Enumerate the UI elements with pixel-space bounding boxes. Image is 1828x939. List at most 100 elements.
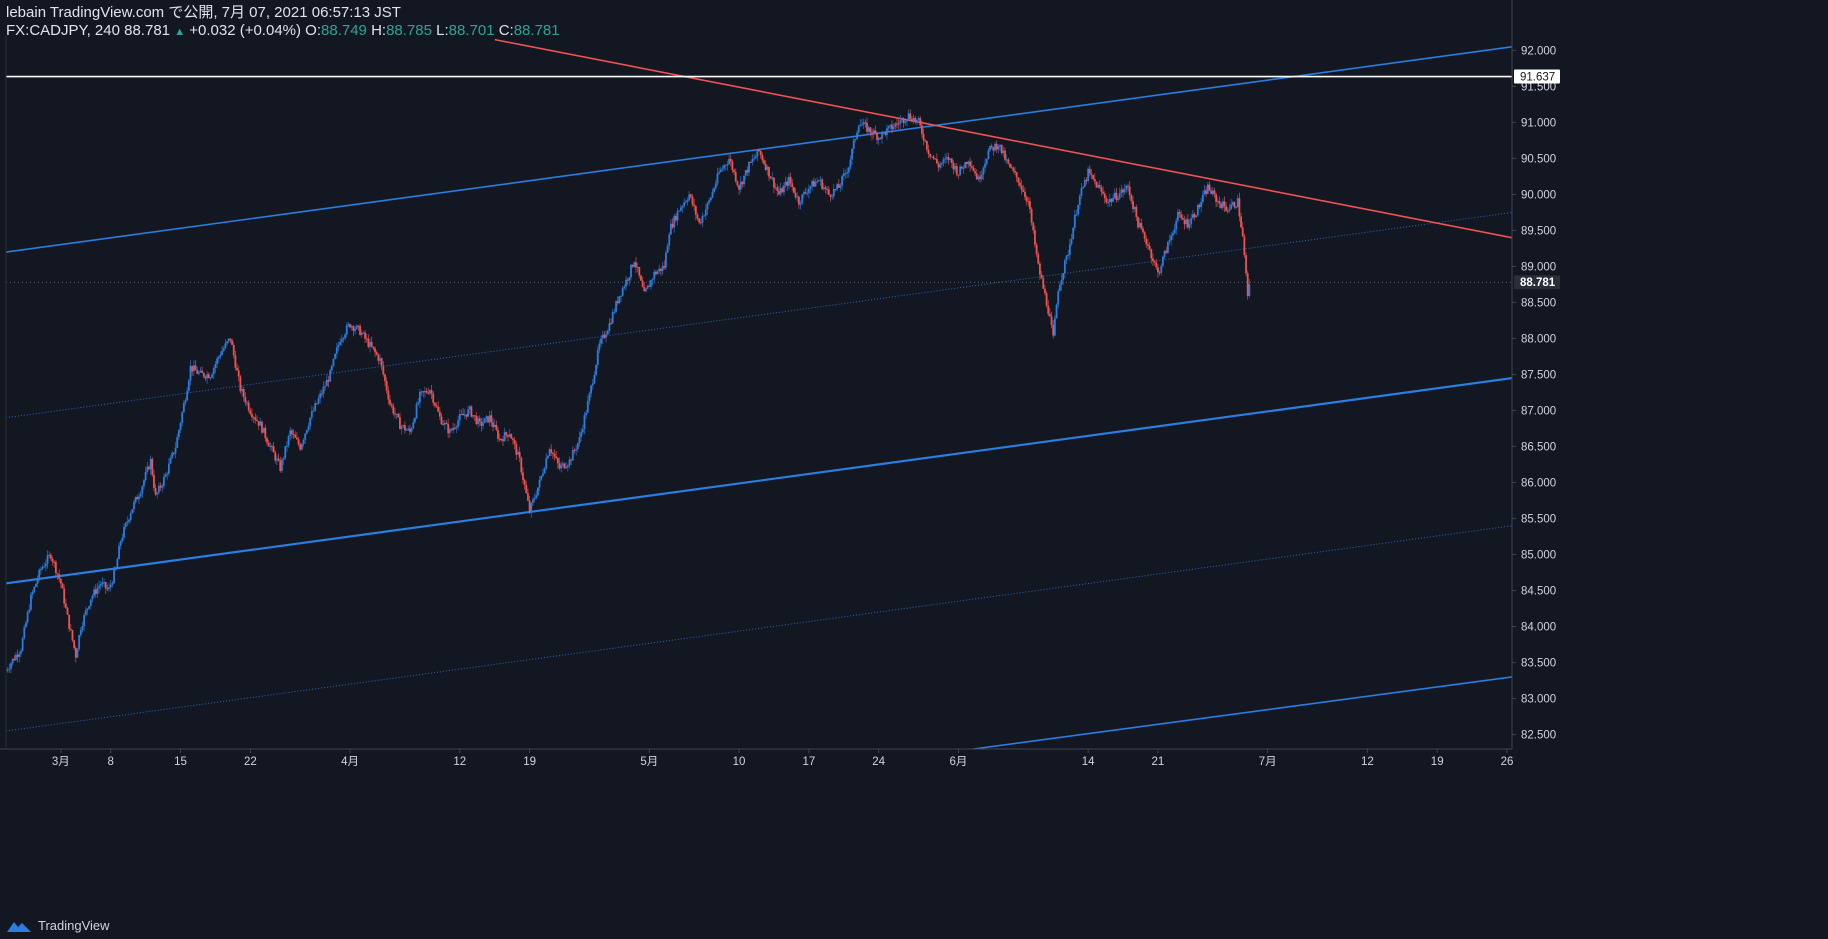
candle [826,186,829,195]
candle [8,663,11,673]
candle [443,420,446,431]
candle [964,161,967,169]
candle [802,190,805,199]
candle [600,335,602,347]
candle [89,599,92,610]
candle [224,339,227,350]
candle [340,334,343,346]
channel-lower-2-line[interactable] [6,525,1512,732]
candle [123,523,125,540]
candle [1220,202,1223,210]
candle [234,350,237,371]
candle [104,581,107,594]
candle [1213,187,1216,198]
candle [146,462,149,475]
candle [84,606,87,617]
candle [325,374,328,387]
candle [1142,226,1144,234]
time-tick-label: 14 [1082,756,1095,768]
candle [653,269,656,284]
candle [1176,208,1179,223]
candle [352,324,355,337]
candle [51,556,54,566]
candle [784,176,787,188]
candle [847,166,850,178]
candle [530,501,533,518]
candle [304,432,307,444]
candle [64,598,67,610]
candle [566,464,569,472]
candle [1060,274,1063,291]
candle [163,473,165,489]
tradingview-brand[interactable]: TradingView [6,918,110,933]
candle [876,131,878,145]
candle [555,450,558,460]
candle [252,415,255,423]
candle [153,469,155,492]
candle [924,138,927,143]
candle [635,256,637,273]
time-tick-label: 6月 [950,756,968,768]
channel-middle-line[interactable] [6,211,1512,419]
candle [864,119,867,128]
candle [377,352,380,365]
candle [671,218,674,230]
candle [1143,230,1146,243]
candle [1231,200,1234,207]
candle [267,439,270,447]
candle [1158,270,1161,276]
price-tick-label: 83.000 [1521,694,1556,706]
candle [241,385,243,397]
candle [990,143,993,150]
candle [1052,320,1055,339]
candle [1201,190,1204,205]
candle [689,193,692,199]
open-value: 88.749 [321,22,367,39]
candle [543,466,546,475]
candle [984,158,986,173]
candle [74,646,77,663]
candle [164,472,167,478]
candle [73,640,76,651]
candle [1233,201,1236,209]
candle [1050,311,1053,329]
candle [960,166,963,170]
price-tick-label: 88.500 [1521,297,1556,309]
candle [771,172,774,181]
candle [1012,166,1015,174]
candle [394,407,396,419]
brand-label: TradingView [38,918,110,933]
candle [310,405,313,420]
channel-lower-line[interactable] [6,377,1512,585]
candle [522,467,524,484]
candle [1138,218,1141,228]
high-label: H: [371,22,387,39]
candle [550,444,553,456]
candle [191,365,194,377]
candle [468,405,471,415]
candle [965,161,968,169]
candle [759,150,762,159]
candle [412,418,415,430]
candle [226,340,228,346]
candle [1075,209,1078,217]
time-tick-label: 3月 [52,756,70,768]
candle [329,368,332,382]
candle [472,415,474,419]
candle [1088,165,1091,177]
channel-lower-3-line[interactable] [973,676,1512,749]
candle [603,330,606,340]
candle [365,333,368,343]
candle [1035,242,1038,258]
price-chart[interactable]: 82.500 83.000 83.500 84.000 84.500 85.000 85.5… [0,0,1828,939]
candle [354,326,356,335]
candle [922,128,925,146]
candle [134,496,137,505]
candle [623,284,626,290]
candle [420,390,423,396]
candle [143,478,145,490]
descending-trendline-line[interactable] [494,38,1512,239]
candle [708,197,711,205]
candle [987,147,990,160]
candle [503,427,506,442]
